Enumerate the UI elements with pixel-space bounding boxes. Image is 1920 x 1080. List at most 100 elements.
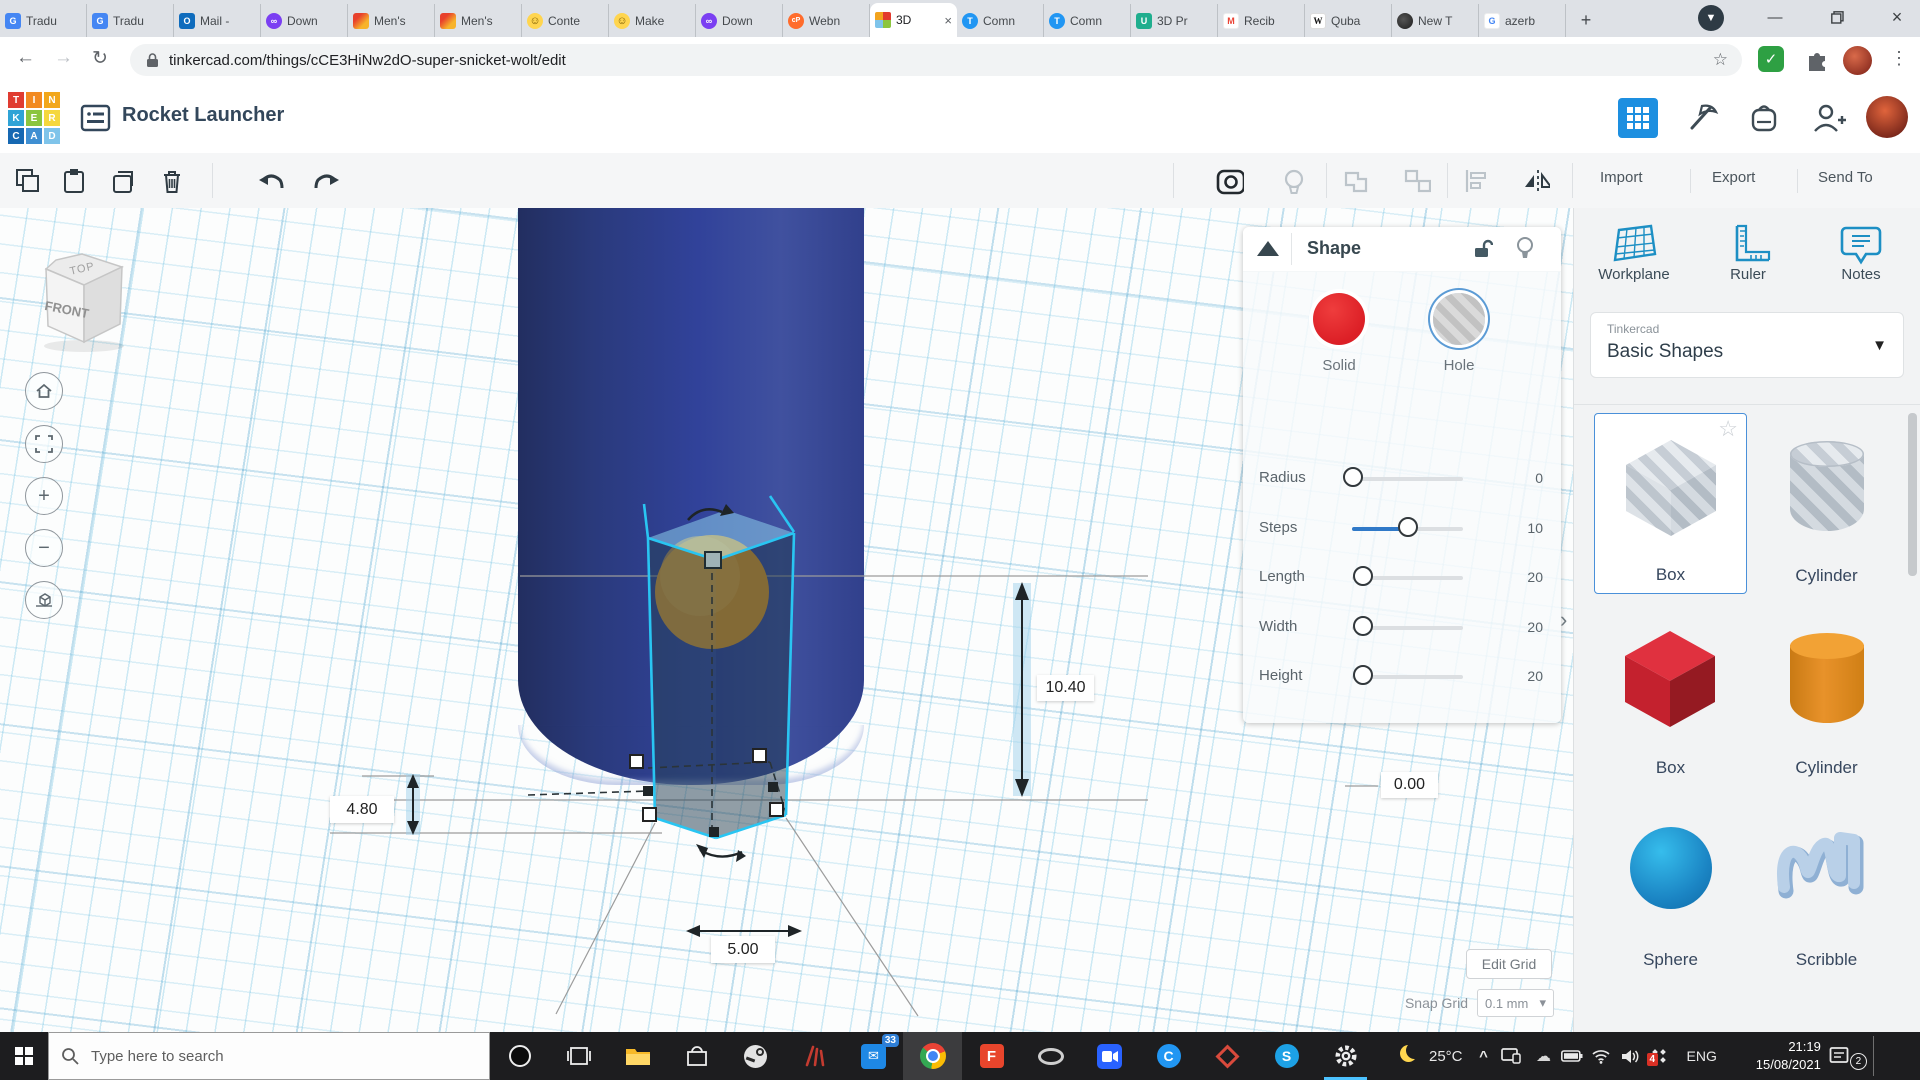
media-controls-button[interactable]: ▼ [1698, 5, 1724, 31]
forward-icon[interactable]: → [54, 47, 73, 69]
paste-icon[interactable] [60, 167, 88, 195]
browser-tab[interactable]: TComn [1044, 4, 1131, 37]
checker-extension-icon[interactable]: ✓ [1758, 46, 1784, 72]
slider-track[interactable] [1352, 527, 1463, 531]
browser-tab[interactable]: OMail - [174, 4, 261, 37]
import-button[interactable]: Import [1600, 169, 1643, 186]
taskbar-app-opera[interactable] [490, 1032, 549, 1080]
cast-icon[interactable] [1501, 1048, 1527, 1064]
taskbar-app-steam[interactable] [726, 1032, 785, 1080]
browser-tab[interactable]: ∞Down [696, 4, 783, 37]
show-desktop-handle[interactable] [1873, 1036, 1874, 1076]
onedrive-cloud-icon[interactable]: ☁ [1531, 1047, 1557, 1065]
fit-view-button[interactable] [25, 425, 63, 463]
grid-apps-icon[interactable]: 4 [1651, 1048, 1677, 1064]
notes-tool[interactable]: Notes [1811, 222, 1911, 283]
shape-item-box-hole[interactable]: ☆ Box [1594, 413, 1747, 594]
taskbar-search[interactable]: Type here to search [48, 1032, 490, 1080]
slider-thumb[interactable] [1353, 665, 1373, 685]
snap-grid-select[interactable]: 0.1 mm ▾ [1477, 989, 1554, 1017]
shape-item-cylinder-orange[interactable]: Cylinder [1750, 605, 1903, 786]
zoom-out-button[interactable]: − [25, 529, 63, 567]
notification-center-icon[interactable]: 2 [1829, 1046, 1863, 1066]
volume-icon[interactable] [1621, 1049, 1647, 1064]
group-icon[interactable] [1342, 167, 1370, 195]
browser-tab[interactable]: U3D Pr [1131, 4, 1218, 37]
hole-box-right-face[interactable] [716, 533, 794, 838]
taskbar-app-f[interactable]: F [962, 1032, 1021, 1080]
tinkercad-logo[interactable]: T I N K E R C A D [8, 92, 60, 144]
browser-tab[interactable]: ☺Conte [522, 4, 609, 37]
view-cube[interactable]: TOP FRONT [30, 242, 140, 354]
unlock-icon[interactable] [1471, 238, 1493, 260]
taskbar-app-lens[interactable] [1021, 1032, 1080, 1080]
browser-tab-active[interactable]: 3D× [870, 3, 957, 37]
taskbar-app-settings[interactable] [1316, 1032, 1375, 1080]
taskbar-app-task-view[interactable] [549, 1032, 608, 1080]
taskbar-app-diamond[interactable] [1198, 1032, 1257, 1080]
dimension-offset[interactable] [406, 774, 420, 835]
dimension-height[interactable] [1013, 582, 1031, 797]
browser-tab[interactable]: GTradu [0, 4, 87, 37]
bulb-icon[interactable] [1280, 167, 1308, 195]
cone-icon[interactable] [1255, 238, 1281, 260]
moon-icon[interactable] [1395, 1045, 1421, 1067]
browser-tab[interactable]: New T [1392, 4, 1479, 37]
sidebar-collapse-handle[interactable]: › [1560, 608, 1582, 634]
slider-thumb[interactable] [1353, 566, 1373, 586]
adjust-view-icon[interactable] [1216, 167, 1244, 195]
sidebar-scrollbar[interactable] [1908, 413, 1917, 576]
taskbar-app-mail[interactable]: ✉ 33 [844, 1032, 903, 1080]
shape-item-cylinder-hole[interactable]: Cylinder [1750, 413, 1903, 594]
language-indicator[interactable]: ENG [1687, 1048, 1717, 1064]
duplicate-icon[interactable] [110, 167, 138, 195]
design-title[interactable]: Rocket Launcher [122, 104, 284, 127]
browser-tab[interactable]: ☺Make [609, 4, 696, 37]
zoom-in-button[interactable]: + [25, 477, 63, 515]
weather-temp[interactable]: 25°C [1429, 1048, 1463, 1065]
browser-tab[interactable]: MRecib [1218, 4, 1305, 37]
favorite-star-icon[interactable]: ☆ [1718, 416, 1738, 442]
close-window-button[interactable]: × [1874, 0, 1920, 34]
bulb-icon[interactable] [1515, 236, 1535, 262]
backpack-icon[interactable] [1744, 98, 1784, 138]
blocks-dashboard-button[interactable] [1618, 98, 1658, 138]
taskbar-app-file-explorer[interactable] [608, 1032, 667, 1080]
slider-value[interactable]: 20 [1499, 619, 1543, 635]
start-button[interactable] [0, 1032, 48, 1080]
menu-kebab-icon[interactable]: ⋮ [1890, 48, 1908, 69]
omnibox[interactable]: tinkercad.com/things/cCE3HiNw2dO-super-s… [130, 44, 1742, 76]
wifi-icon[interactable] [1591, 1049, 1617, 1064]
delete-icon[interactable] [158, 167, 186, 195]
slider-track[interactable] [1352, 477, 1463, 481]
browser-tab[interactable]: Gazerb [1479, 4, 1566, 37]
slider-thumb[interactable] [1353, 616, 1373, 636]
align-icon[interactable] [1462, 167, 1490, 195]
mirror-icon[interactable] [1522, 167, 1550, 195]
ungroup-icon[interactable] [1403, 167, 1431, 195]
ruler-tool[interactable]: Ruler [1698, 222, 1798, 283]
plane-dimension-label[interactable]: 0.00 [1381, 772, 1438, 798]
shape-library-dropdown[interactable]: Tinkercad Basic Shapes ▼ [1590, 312, 1904, 378]
browser-tab[interactable]: TComn [957, 4, 1044, 37]
profile-avatar[interactable] [1843, 46, 1872, 75]
shape-item-scribble[interactable]: Scribble [1750, 797, 1903, 978]
design-properties-icon[interactable] [80, 103, 112, 133]
tab-close-icon[interactable]: × [944, 13, 952, 28]
hole-box-left-face[interactable] [648, 538, 716, 838]
shape-item-box-red[interactable]: Box [1594, 605, 1747, 786]
slider-value[interactable]: 10 [1499, 520, 1543, 536]
workplane-tool[interactable]: Workplane [1584, 222, 1684, 283]
refresh-icon[interactable]: ↻ [92, 47, 108, 70]
edit-grid-button[interactable]: Edit Grid [1466, 949, 1552, 979]
material-solid[interactable]: Solid [1313, 293, 1365, 374]
send-to-button[interactable]: Send To [1818, 169, 1873, 186]
taskbar-app-chrome[interactable] [903, 1032, 962, 1080]
taskbar-app-store[interactable] [667, 1032, 726, 1080]
account-avatar[interactable] [1866, 96, 1908, 138]
shape-item-sphere[interactable]: Sphere [1594, 797, 1747, 978]
slider-thumb[interactable] [1398, 517, 1418, 537]
taskbar-app-claw[interactable] [785, 1032, 844, 1080]
slider-track[interactable] [1352, 576, 1463, 580]
height-dimension-label[interactable]: 10.40 [1037, 675, 1094, 701]
